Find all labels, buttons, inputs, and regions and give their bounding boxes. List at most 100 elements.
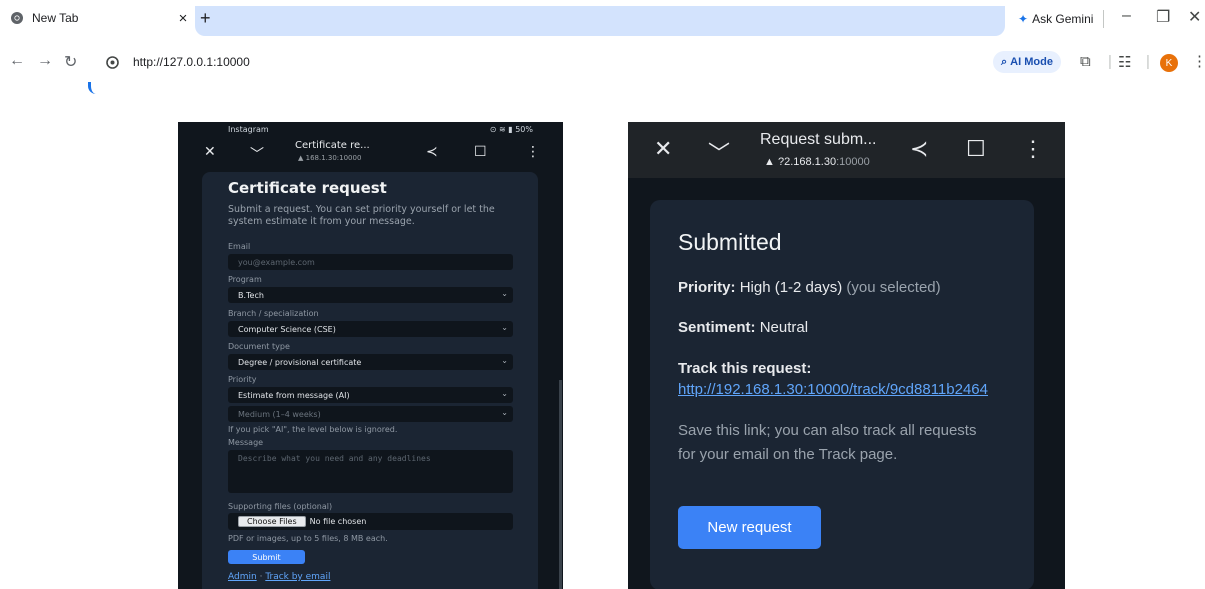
tab-close-button[interactable]: × [175, 10, 191, 27]
address-url[interactable]: http://127.0.0.1:10000 [133, 55, 250, 69]
bookmark-icon[interactable]: ☐ [966, 136, 986, 162]
priority-note: (you selected) [846, 279, 941, 296]
gemini-sparkle-icon: ✦ [1018, 12, 1029, 26]
bookmark-icon[interactable]: ☐ [474, 144, 487, 160]
reload-icon[interactable]: ↻ [64, 52, 77, 72]
site-info-icon[interactable] [106, 55, 119, 69]
branch-select[interactable]: Computer Science (CSE) ⌄ [228, 321, 513, 337]
mobile-browser-bar: ✕ ﹀ Certificate re... ▲ 168.1.30:10000 ≺… [178, 136, 563, 170]
close-window-button[interactable]: ✕ [1188, 7, 1201, 27]
close-icon[interactable]: ✕ [204, 144, 216, 160]
chevron-down-icon[interactable]: ﹀ [250, 144, 264, 164]
page-host: ▲ ?2.168.1.30:10000 [764, 156, 870, 168]
priority-value: High (1-2 days) [739, 279, 843, 296]
priority-label: Priority [228, 375, 257, 384]
choose-files-button[interactable]: Choose Files [238, 516, 306, 527]
address-dropdown [88, 82, 1056, 94]
status-bar: Instagram ⊙ ≋ ▮ 50% [178, 122, 563, 136]
chevron-down-icon: ⌄ [501, 356, 508, 365]
submitted-heading: Submitted [678, 229, 782, 255]
profile-avatar[interactable]: K [1160, 54, 1178, 72]
phone-screenshot-submitted: ✕ ﹀ Request subm... ▲ ?2.168.1.30:10000 … [628, 122, 1065, 589]
tab-strip: New Tab × + ✦ Ask Gemini – ❐ ✕ [0, 0, 1205, 40]
new-tab-button[interactable]: + [200, 8, 211, 29]
message-label: Message [228, 438, 264, 447]
level-value: Medium (1–4 weeks) [238, 409, 321, 419]
status-app-name: Instagram [228, 125, 269, 134]
level-select[interactable]: Medium (1–4 weeks) ⌄ [228, 406, 513, 422]
sentiment-row: Sentiment: Neutral [678, 319, 808, 336]
back-icon[interactable]: ← [9, 52, 25, 70]
link-separator: · [259, 572, 263, 582]
tab-title: New Tab [32, 11, 79, 25]
close-icon[interactable]: ✕ [654, 136, 672, 162]
admin-link[interactable]: Admin [228, 572, 257, 582]
document-type-select[interactable]: Degree / provisional certificate ⌄ [228, 354, 513, 370]
email-field[interactable]: you@example.com [228, 254, 513, 270]
reading-list-icon[interactable]: ☷ [1118, 53, 1131, 71]
share-icon[interactable]: ≺ [426, 144, 438, 160]
no-file-text: No file chosen [309, 517, 367, 526]
more-icon[interactable]: ⋮ [1022, 136, 1044, 162]
status-battery: ⊙ ≋ ▮ 50% [489, 125, 533, 134]
program-label: Program [228, 275, 262, 284]
chrome-icon [10, 11, 24, 25]
phone-screenshot-form: Instagram ⊙ ≋ ▮ 50% ✕ ﹀ Certificate re..… [178, 122, 563, 589]
files-label: Supporting files (optional) [228, 502, 333, 511]
priority-value: Estimate from message (AI) [238, 390, 350, 400]
save-link-note: Save this link; you can also track all r… [678, 422, 977, 463]
track-request-link[interactable]: http://192.168.1.30:10000/track/9cd8811b… [678, 381, 988, 398]
form-subtitle: Submit a request. You can set priority y… [228, 204, 495, 227]
email-label: Email [228, 242, 251, 251]
chevron-down-icon: ⌄ [501, 408, 508, 417]
sentiment-value: Neutral [759, 319, 809, 336]
ai-mode-button[interactable]: ⌕ AI Mode [993, 51, 1061, 73]
document-type-value: Degree / provisional certificate [238, 357, 362, 367]
track-by-email-link[interactable]: Track by email [265, 572, 330, 582]
track-label: Track this request: [678, 360, 812, 377]
page-title: Request subm... [760, 131, 877, 148]
restore-button[interactable]: ❐ [1156, 7, 1170, 27]
priority-row: Priority: High (1-2 days) (you selected) [678, 279, 941, 296]
branch-label: Branch / specialization [228, 309, 319, 318]
form-heading: Certificate request [228, 179, 387, 197]
mobile-browser-bar: ✕ ﹀ Request subm... ▲ ?2.168.1.30:10000 … [628, 122, 1065, 178]
priority-label: Priority: [678, 279, 736, 296]
minimize-button[interactable]: – [1122, 7, 1131, 25]
chevron-down-icon: ⌄ [501, 389, 508, 398]
page-title: Certificate re... [295, 140, 370, 151]
ai-hint: If you pick "AI", the level below is ign… [228, 425, 398, 434]
priority-select[interactable]: Estimate from message (AI) ⌄ [228, 387, 513, 403]
ask-gemini-button[interactable]: ✦ Ask Gemini [1010, 7, 1104, 31]
address-bar[interactable]: http://127.0.0.1:10000 [92, 46, 1064, 78]
more-icon[interactable]: ⋮ [526, 144, 540, 160]
branch-value: Computer Science (CSE) [238, 324, 336, 334]
chevron-down-icon[interactable]: ﹀ [708, 136, 730, 168]
program-select[interactable]: B.Tech ⌄ [228, 287, 513, 303]
new-request-button[interactable]: New request [678, 506, 821, 549]
share-icon[interactable]: ≺ [910, 136, 928, 162]
forward-icon[interactable]: → [37, 52, 53, 70]
sentiment-label: Sentiment: [678, 319, 756, 336]
scrollbar[interactable] [559, 380, 562, 589]
footer-links: Admin · Track by email [228, 572, 330, 582]
extensions-icon[interactable]: ⧉ [1080, 53, 1091, 70]
file-input[interactable]: Choose Files No file chosen [228, 513, 513, 530]
chevron-down-icon: ⌄ [501, 289, 508, 298]
submit-button[interactable]: Submit [228, 550, 305, 564]
search-icon: ⌕ [1001, 55, 1008, 68]
ai-mode-label: AI Mode [1010, 56, 1053, 68]
program-value: B.Tech [238, 290, 264, 300]
tab-new-tab[interactable]: New Tab × [6, 4, 191, 32]
files-hint: PDF or images, up to 5 files, 8 MB each. [228, 534, 388, 543]
message-textarea[interactable]: Describe what you need and any deadlines [228, 450, 513, 493]
divider [1103, 10, 1104, 28]
tab-strip-background [195, 6, 1005, 36]
ask-gemini-label: Ask Gemini [1032, 12, 1094, 26]
divider: | [1146, 53, 1150, 70]
divider: | [1108, 53, 1112, 70]
page-host: ▲ 168.1.30:10000 [298, 154, 362, 162]
more-menu-icon[interactable]: ⋮ [1192, 52, 1205, 70]
browser-toolbar: ← → ↻ http://127.0.0.1:10000 ⌕ AI Mode ⧉… [0, 42, 1205, 82]
chevron-down-icon: ⌄ [501, 323, 508, 332]
